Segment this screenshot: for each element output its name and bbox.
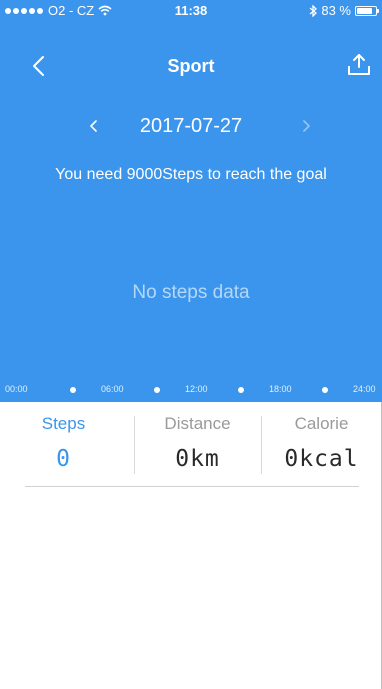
battery-level [357, 7, 372, 14]
time-dot [322, 387, 328, 393]
status-right: 83 % [309, 3, 379, 18]
stats-tabs: Steps 0 Distance 0km Calorie 0kcal [0, 402, 382, 482]
time-label-0600: 06:00 [101, 384, 124, 394]
battery-icon [355, 5, 379, 16]
time-label-1800: 18:00 [269, 384, 292, 394]
next-day-chevron-icon[interactable] [296, 114, 316, 138]
page-title: Sport [167, 56, 215, 76]
status-bar: O2 - CZ 11:38 83 % [0, 0, 382, 20]
nav-bar: Sport [0, 44, 382, 88]
time-axis: 00:00 06:00 12:00 18:00 24:00 [0, 384, 382, 396]
stat-value-distance: 0km [175, 446, 220, 472]
stat-label-distance: Distance [164, 414, 231, 433]
stat-tab-distance[interactable]: Distance 0km [134, 414, 261, 472]
sport-header-panel: O2 - CZ 11:38 83 % Sport 2017-07-27 You … [0, 0, 382, 402]
stat-value-calorie: 0kcal [284, 446, 359, 472]
date-selector: 2017-07-27 [0, 112, 382, 140]
stat-value-steps: 0 [56, 446, 71, 472]
stats-divider [25, 486, 359, 487]
time-label-0000: 00:00 [5, 384, 28, 394]
stat-label-calorie: Calorie [294, 414, 349, 433]
time-label-1200: 12:00 [185, 384, 208, 394]
time-dot [154, 387, 160, 393]
stat-label-steps: Steps [41, 414, 86, 433]
upload-icon[interactable] [346, 52, 372, 78]
bluetooth-icon [309, 4, 318, 17]
time-dot [238, 387, 244, 393]
goal-message: You need 9000Steps to reach the goal [55, 166, 327, 183]
stat-tab-steps[interactable]: Steps 0 [0, 414, 127, 472]
time-label-2400: 24:00 [353, 384, 376, 394]
battery-percent: 83 % [321, 3, 351, 18]
stat-tab-calorie[interactable]: Calorie 0kcal [261, 414, 382, 472]
current-date: 2017-07-27 [139, 115, 243, 137]
no-data-message: No steps data [132, 282, 250, 303]
time-dot [70, 387, 76, 393]
